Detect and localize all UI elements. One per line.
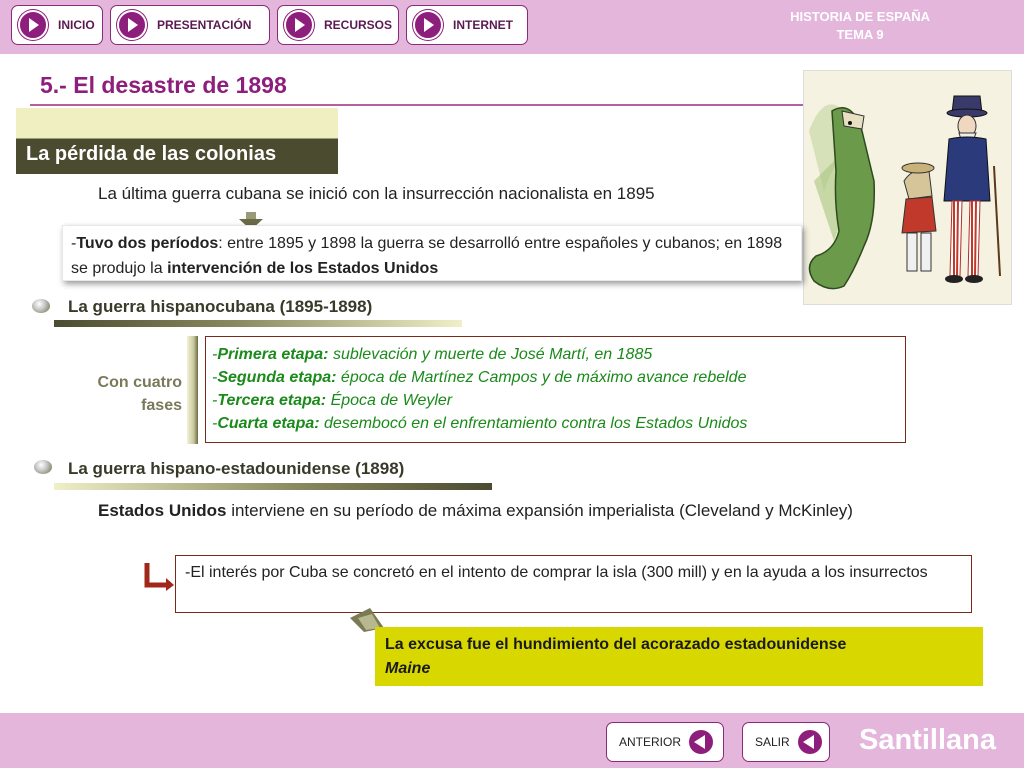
section-heading: La pérdida de las colonias xyxy=(26,143,277,165)
stage-item: -Tercera etapa: Época de Weyler xyxy=(212,392,453,409)
salir-label: SALIR xyxy=(755,735,790,749)
excuse-text: La excusa fue el hundimiento del acoraza… xyxy=(385,636,847,653)
presentacion-button[interactable]: PRESENTACIÓN xyxy=(110,5,270,45)
anterior-button[interactable]: ANTERIOR xyxy=(606,722,724,762)
bullet-icon xyxy=(32,299,50,313)
internet-label: INTERNET xyxy=(453,18,513,32)
fases-label: Con cuatro fases xyxy=(97,374,182,414)
usa-bold: Estados Unidos xyxy=(98,501,227,520)
section-header-perdida: La pérdida de las colonias xyxy=(16,108,338,174)
elbow-arrow-icon xyxy=(144,563,174,591)
stage-item: -Segunda etapa: época de Martínez Campos… xyxy=(212,369,747,386)
back-arrow-icon xyxy=(689,730,714,754)
course-subject: HISTORIA DE ESPAÑA xyxy=(790,9,930,24)
stage-text: desembocó en el enfrentamiento contra lo… xyxy=(319,415,748,432)
play-icon xyxy=(284,10,314,40)
page-title: 5.- El desastre de 1898 xyxy=(40,72,287,98)
stage-text: sublevación y muerte de José Martí, en 1… xyxy=(328,346,653,363)
recursos-button[interactable]: RECURSOS xyxy=(277,5,399,45)
stage-label: Tercera etapa: xyxy=(217,392,327,409)
fases-bracket xyxy=(187,336,198,444)
usa-intro: Estados Unidos interviene en su período … xyxy=(98,498,978,523)
stage-text: Época de Weyler xyxy=(326,392,453,409)
back-arrow-icon xyxy=(797,730,822,754)
ship-name: Maine xyxy=(385,660,431,677)
excuse-box: La excusa fue el hundimiento del acoraza… xyxy=(375,627,983,686)
stage-text: época de Martínez Campos y de máximo ava… xyxy=(336,369,747,386)
stage-item: -Cuarta etapa: desembocó en el enfrentam… xyxy=(212,415,748,432)
anterior-label: ANTERIOR xyxy=(619,735,682,749)
salir-button[interactable]: SALIR xyxy=(742,722,830,762)
periods-bold: Tuvo dos períodos xyxy=(76,235,219,252)
internet-button[interactable]: INTERNET xyxy=(406,5,528,45)
estadounidense-heading: La guerra hispano-estadounidense (1898) xyxy=(68,459,405,478)
recursos-label: RECURSOS xyxy=(324,18,393,32)
interest-box: -El interés por Cuba se concretó en el i… xyxy=(175,555,972,613)
course-title: HISTORIA DE ESPAÑA TEMA 9 xyxy=(790,8,930,44)
periods-box: -Tuvo dos períodos: entre 1895 y 1898 la… xyxy=(62,225,802,281)
hispanocubana-heading: La guerra hispanocubana (1895-1898) xyxy=(68,297,373,316)
stage-label: Segunda etapa: xyxy=(217,369,337,386)
brand-logo: Santillana xyxy=(859,724,996,756)
heading-underline xyxy=(54,483,492,490)
stages-box: -Primera etapa: sublevación y muerte de … xyxy=(205,336,906,443)
play-icon xyxy=(18,10,48,40)
presentacion-label: PRESENTACIÓN xyxy=(157,18,252,32)
heading-underline xyxy=(54,320,462,327)
stage-item: -Primera etapa: sublevación y muerte de … xyxy=(212,346,653,363)
bullet-icon xyxy=(34,460,52,474)
play-icon xyxy=(413,10,443,40)
periods-intervention: intervención de los Estados Unidos xyxy=(167,260,439,277)
course-unit: TEMA 9 xyxy=(836,27,884,42)
stage-label: Cuarta etapa: xyxy=(217,415,320,432)
stage-label: Primera etapa: xyxy=(217,346,329,363)
intro-text: La última guerra cubana se inició con la… xyxy=(98,184,655,203)
usa-rest: interviene en su período de máxima expan… xyxy=(226,501,853,520)
play-icon xyxy=(117,10,147,40)
inicio-button[interactable]: INICIO xyxy=(11,5,103,45)
cartoon-illustration xyxy=(803,70,1012,305)
inicio-label: INICIO xyxy=(58,18,95,32)
